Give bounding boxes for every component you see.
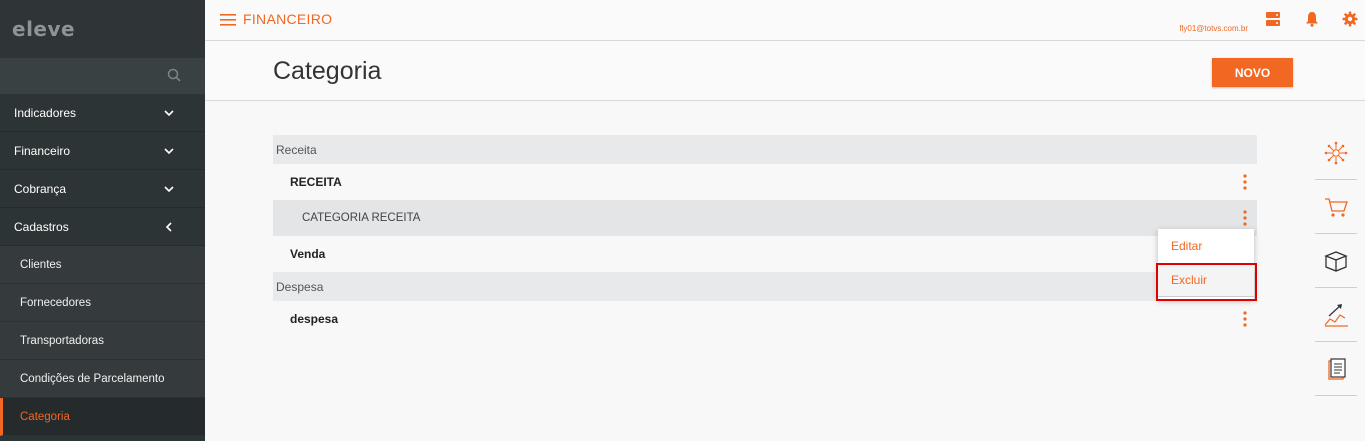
sidebar-subitem-label: Transportadoras xyxy=(20,334,104,347)
category-list: Receita RECEITA CATEGORIA RECEITA Venda … xyxy=(273,135,1257,337)
sidebar-subitem-transportadoras[interactable]: Transportadoras xyxy=(0,322,205,360)
quick-access-cart[interactable] xyxy=(1315,180,1357,234)
group-header-label: Receita xyxy=(276,142,317,157)
page-header: Categoria NOVO xyxy=(205,41,1365,101)
hamburger-menu-icon[interactable] xyxy=(220,13,236,27)
quick-access-network[interactable] xyxy=(1315,126,1357,180)
sidebar-item-label: Cadastros xyxy=(14,219,69,234)
sidebar-item-cadastros[interactable]: Cadastros xyxy=(0,208,205,246)
logo-text: eleve xyxy=(12,17,76,41)
growth-chart-icon xyxy=(1324,303,1348,327)
list-item-label: RECEITA xyxy=(290,175,342,189)
gear-icon[interactable] xyxy=(1342,11,1358,27)
sidebar-item-label: Financeiro xyxy=(14,143,71,158)
sidebar-item-indicadores[interactable]: Indicadores xyxy=(0,94,205,132)
quick-access-document[interactable] xyxy=(1315,342,1357,396)
delete-menu-item[interactable]: Excluir xyxy=(1158,263,1254,297)
box-icon xyxy=(1324,250,1348,272)
more-options-icon[interactable] xyxy=(1243,311,1247,327)
sidebar-subitem-label: Fornecedores xyxy=(20,296,91,309)
sidebar-subitem-clientes[interactable]: Clientes xyxy=(0,246,205,284)
sidebar-subitem-label: Categoria xyxy=(20,410,70,423)
chevron-down-icon xyxy=(164,147,174,154)
list-item-label: Venda xyxy=(290,247,326,261)
sidebar: eleve Indicadores Financeiro Cobrança Ca… xyxy=(0,0,205,441)
sidebar-item-financeiro[interactable]: Financeiro xyxy=(0,132,205,170)
topbar: FINANCEIRO fly01@totvs.com.br xyxy=(205,0,1365,41)
more-options-icon[interactable] xyxy=(1243,174,1247,190)
new-button[interactable]: NOVO xyxy=(1212,58,1293,87)
list-item[interactable]: CATEGORIA RECEITA xyxy=(273,200,1257,236)
logo[interactable]: eleve xyxy=(0,0,205,58)
sidebar-subitem-categoria[interactable]: Categoria xyxy=(0,398,205,436)
sidebar-subitem-fornecedores[interactable]: Fornecedores xyxy=(0,284,205,322)
search-icon[interactable] xyxy=(167,68,181,82)
list-item[interactable]: despesa xyxy=(273,301,1257,337)
list-item-label: despesa xyxy=(290,312,339,326)
sidebar-subitem-label: Condições de Parcelamento xyxy=(20,372,165,385)
network-icon xyxy=(1324,141,1348,164)
sidebar-subitem-condicoes-parcelamento[interactable]: Condições de Parcelamento xyxy=(0,360,205,398)
chevron-down-icon xyxy=(164,109,174,116)
document-icon xyxy=(1328,357,1346,380)
group-header-label: Despesa xyxy=(276,279,324,294)
quick-access-box[interactable] xyxy=(1315,234,1357,288)
quick-access-toolbar xyxy=(1315,126,1357,396)
sidebar-item-label: Indicadores xyxy=(14,105,77,120)
group-header-receita: Receita xyxy=(273,135,1257,164)
group-header-despesa: Despesa xyxy=(273,272,1257,301)
sidebar-item-label: Cobrança xyxy=(14,181,67,196)
row-actions-menu: Editar Excluir xyxy=(1158,229,1254,299)
quick-access-growth[interactable] xyxy=(1315,288,1357,342)
module-title[interactable]: FINANCEIRO xyxy=(243,11,332,27)
sidebar-item-cobranca[interactable]: Cobrança xyxy=(0,170,205,208)
user-email[interactable]: fly01@totvs.com.br xyxy=(1179,24,1248,33)
list-item[interactable]: Venda xyxy=(273,236,1257,272)
page-title: Categoria xyxy=(273,57,382,85)
list-item[interactable]: RECEITA xyxy=(273,164,1257,200)
bell-icon[interactable] xyxy=(1304,11,1320,27)
more-options-icon[interactable] xyxy=(1243,210,1247,226)
chevron-down-icon xyxy=(164,185,174,192)
sidebar-subitem-label: Clientes xyxy=(20,258,62,271)
edit-menu-item[interactable]: Editar xyxy=(1158,229,1254,263)
server-icon[interactable] xyxy=(1265,11,1281,27)
list-item-label: CATEGORIA RECEITA xyxy=(302,212,421,224)
app-root: eleve Indicadores Financeiro Cobrança Ca… xyxy=(0,0,1365,441)
cart-icon xyxy=(1325,197,1348,217)
sidebar-search[interactable] xyxy=(0,58,205,94)
chevron-left-icon xyxy=(165,221,172,232)
